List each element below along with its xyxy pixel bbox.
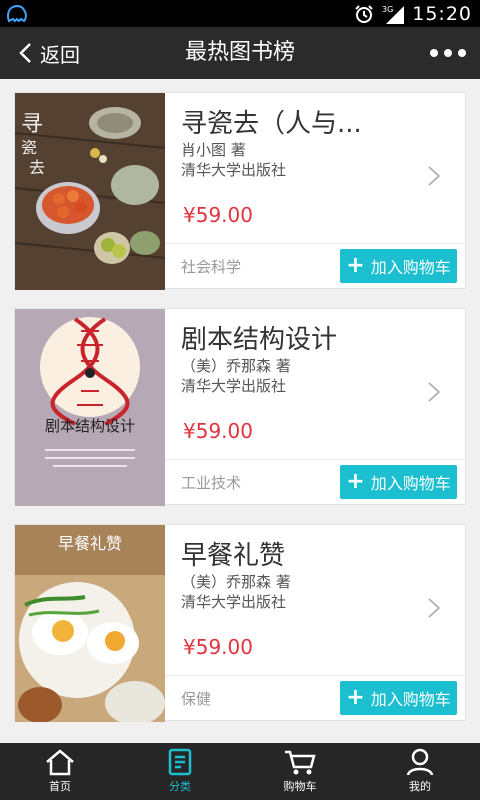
home-icon [46,749,74,776]
tab-label: 分类 [169,780,191,793]
plus-icon: + [346,685,365,710]
cover-title-text: 寻 [21,112,43,137]
book-list[interactable]: 寻 瓷 去 寻瓷去（人与... 肖小图 著 清华大学出版社 ¥59.00 社会科… [0,79,480,743]
app-notification-icon [7,5,27,23]
header-bar: 返回 最热图书榜 [0,27,480,79]
book-title[interactable]: 剧本结构设计 [181,319,337,356]
svg-text:3G: 3G [382,5,393,14]
bottom-tab-bar: 首页 分类 购物车 我的 [0,743,480,800]
tab-label: 首页 [49,780,71,793]
book-cover[interactable]: 剧本结构设计 [15,309,165,506]
book-card[interactable]: 剧本结构设计 剧本结构设计 （美）乔那森 著 清华大学出版社 ¥59.00 工业… [14,308,466,506]
cart-icon [285,750,316,775]
book-author: （美）乔那森 著 [181,357,291,375]
chevron-right-icon[interactable] [427,165,441,187]
cover-title-text: 早餐礼赞 [58,534,122,553]
more-dot-icon [458,49,466,57]
category-icon [168,748,192,776]
cover-image-pottery: 寻 瓷 去 [15,93,165,290]
more-menu-button[interactable] [430,27,466,79]
tab-label: 购物车 [283,780,317,793]
book-price: ¥59.00 [183,635,253,659]
more-dot-icon [430,49,438,57]
page-title: 最热图书榜 [184,40,295,65]
book-price: ¥59.00 [183,419,253,443]
book-author: （美）乔那森 著 [181,573,291,591]
add-to-cart-label: 加入购物车 [370,690,451,709]
book-price: ¥59.00 [183,203,253,227]
book-cover[interactable]: 寻 瓷 去 [15,93,165,290]
book-publisher: 清华大学出版社 [181,593,287,611]
add-to-cart-label: 加入购物车 [370,258,451,277]
plus-icon: + [346,469,365,494]
svg-text:去: 去 [29,158,45,177]
add-to-cart-button[interactable]: + 加入购物车 [340,465,457,499]
svg-text:瓷: 瓷 [21,138,37,157]
cover-image-dna: 剧本结构设计 [15,309,165,506]
add-to-cart-label: 加入购物车 [370,474,451,493]
clock: 15:20 [412,2,472,25]
profile-icon [406,748,434,776]
cover-title-text: 剧本结构设计 [45,417,135,435]
book-cover[interactable]: 早餐礼赞 [15,525,165,722]
plus-icon: + [346,253,365,278]
add-to-cart-button[interactable]: + 加入购物车 [340,249,457,283]
book-author: 肖小图 著 [181,141,246,159]
book-card[interactable]: 早餐礼赞 早餐礼赞 （美）乔那森 著 清华大学出版社 ¥59.00 保健 + 加… [14,524,466,722]
book-title[interactable]: 早餐礼赞 [181,535,285,572]
book-category: 社会科学 [181,258,242,276]
signal-icon: 3G [382,5,405,24]
book-card[interactable]: 寻 瓷 去 寻瓷去（人与... 肖小图 著 清华大学出版社 ¥59.00 社会科… [14,92,466,290]
book-category: 工业技术 [181,474,242,492]
book-publisher: 清华大学出版社 [181,377,287,395]
book-category: 保健 [181,690,212,708]
tab-profile[interactable]: 我的 [360,743,480,800]
alarm-icon [355,4,373,23]
status-bar: 3G 15:20 [0,0,480,27]
tab-home[interactable]: 首页 [0,743,120,800]
tab-label: 我的 [409,780,431,793]
tab-category[interactable]: 分类 [120,743,240,800]
chevron-right-icon[interactable] [427,597,441,619]
tab-cart[interactable]: 购物车 [240,743,360,800]
add-to-cart-button[interactable]: + 加入购物车 [340,681,457,715]
more-dot-icon [444,49,452,57]
chevron-right-icon[interactable] [427,381,441,403]
book-title[interactable]: 寻瓷去（人与... [181,103,362,140]
book-publisher: 清华大学出版社 [181,161,287,179]
cover-image-breakfast: 早餐礼赞 [15,525,165,722]
